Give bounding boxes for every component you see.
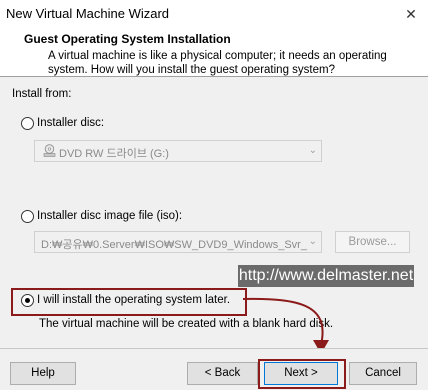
cancel-button[interactable]: Cancel: [349, 362, 417, 385]
next-button[interactable]: Next >: [264, 362, 338, 385]
annotation-arrow-icon: [242, 297, 329, 354]
help-button[interactable]: Help: [10, 362, 76, 385]
back-button[interactable]: < Back: [187, 362, 258, 385]
